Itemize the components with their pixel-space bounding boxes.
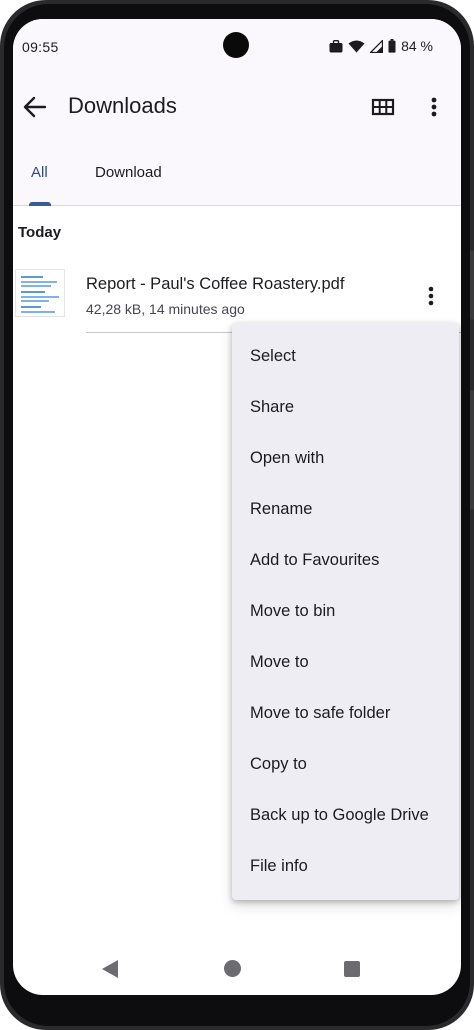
- wifi-icon: [348, 40, 365, 52]
- work-profile-icon: [329, 39, 343, 52]
- nav-home-icon[interactable]: [224, 960, 241, 977]
- more-options-icon[interactable]: [423, 93, 445, 121]
- context-menu: Select Share Open with Rename Add to Fav…: [232, 323, 459, 900]
- grid-view-icon[interactable]: [369, 93, 397, 121]
- power-button: [470, 250, 474, 320]
- menu-item-select[interactable]: Select: [232, 331, 459, 382]
- file-name: Report - Paul's Coffee Roastery.pdf: [86, 275, 345, 293]
- more-options-icon[interactable]: [421, 281, 441, 311]
- menu-item-open-with[interactable]: Open with: [232, 433, 459, 484]
- section-title-today: Today: [18, 224, 62, 241]
- phone-frame: 09:55 84 % Downloads All Download Today …: [0, 0, 474, 1030]
- pdf-thumbnail: [15, 269, 65, 317]
- tab-bar: All Download: [13, 143, 461, 206]
- menu-item-share[interactable]: Share: [232, 382, 459, 433]
- battery-icon: [388, 39, 396, 53]
- volume-button: [470, 390, 474, 510]
- nav-back-icon[interactable]: [101, 959, 119, 979]
- menu-item-add-to-favourites[interactable]: Add to Favourites: [232, 535, 459, 586]
- back-arrow-icon[interactable]: [21, 93, 49, 121]
- menu-item-rename[interactable]: Rename: [232, 484, 459, 535]
- file-meta: 42,28 kB, 14 minutes ago: [86, 301, 245, 317]
- battery-level: 84 %: [401, 38, 433, 54]
- screen: 09:55 84 % Downloads All Download Today …: [13, 19, 461, 995]
- status-bar: 09:55 84 %: [13, 19, 461, 79]
- menu-item-move-to[interactable]: Move to: [232, 637, 459, 688]
- status-icons: 84 %: [329, 38, 433, 54]
- tab-download[interactable]: Download: [95, 164, 162, 181]
- tab-all[interactable]: All: [31, 164, 48, 181]
- page-title: Downloads: [68, 93, 177, 118]
- menu-item-back-up-to-google-drive[interactable]: Back up to Google Drive: [232, 790, 459, 841]
- navigation-bar: [13, 949, 461, 989]
- menu-item-move-to-bin[interactable]: Move to bin: [232, 586, 459, 637]
- status-time: 09:55: [22, 39, 59, 55]
- app-bar: Downloads: [13, 79, 461, 143]
- menu-item-copy-to[interactable]: Copy to: [232, 739, 459, 790]
- menu-item-file-info[interactable]: File info: [232, 841, 459, 892]
- front-camera: [223, 32, 249, 58]
- menu-item-move-to-safe-folder[interactable]: Move to safe folder: [232, 688, 459, 739]
- nav-recents-icon[interactable]: [344, 961, 360, 977]
- tab-indicator: [29, 202, 51, 206]
- signal-icon: [370, 39, 384, 53]
